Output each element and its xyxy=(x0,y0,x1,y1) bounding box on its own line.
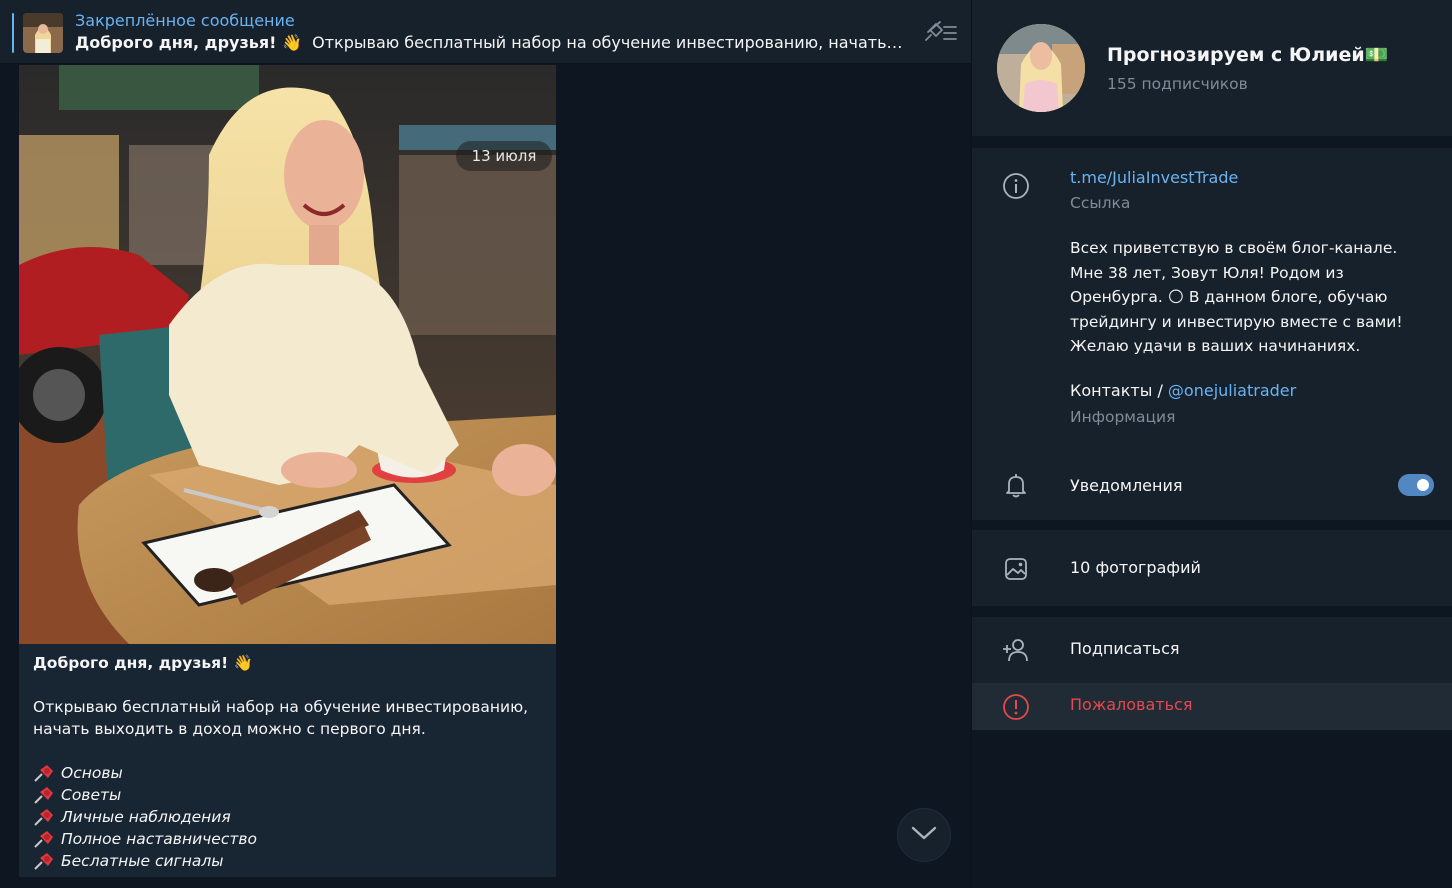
caption-title: Доброго дня, друзья! 👋 xyxy=(33,654,253,672)
pushpin-icon xyxy=(33,764,55,782)
list-item-label: Беслатные сигналы xyxy=(61,852,224,870)
pinned-message-bar[interactable]: Закреплённое сообщение Доброго дня, друз… xyxy=(0,0,971,64)
caption-body: Открываю бесплатный набор на обучение ин… xyxy=(33,698,529,738)
pushpin-icon xyxy=(33,852,55,870)
unpin-icon[interactable] xyxy=(922,20,958,46)
bell-icon xyxy=(1001,470,1031,500)
channel-link[interactable]: t.me/JuliaInvestTrade xyxy=(1070,168,1238,187)
pinned-preview-bold: Доброго дня, друзья! 👋 xyxy=(75,33,302,52)
pushpin-icon xyxy=(33,808,55,826)
notifications-toggle[interactable] xyxy=(1398,474,1434,496)
photo-icon xyxy=(1001,554,1031,584)
channel-actions: Подписаться Пожаловаться xyxy=(972,617,1452,730)
telegram-window: Закреплённое сообщение Доброго дня, друз… xyxy=(0,0,1452,888)
list-item-label: Основы xyxy=(61,764,123,782)
channel-info-panel: Прогнозируем с Юлией💵 155 подписчиков t.… xyxy=(972,0,1452,888)
list-item: Личные наблюдения xyxy=(33,806,542,828)
pinned-title: Закреплённое сообщение xyxy=(75,11,295,30)
channel-link-label: Ссылка xyxy=(1070,194,1131,212)
report-icon xyxy=(1001,692,1031,722)
list-item: Полное наставничество xyxy=(33,828,542,850)
pinned-thumbnail xyxy=(23,13,63,53)
pushpin-icon xyxy=(33,786,55,804)
channel-name: Прогнозируем с Юлией💵 xyxy=(1107,44,1389,66)
list-item: Советы xyxy=(33,784,542,806)
avatar[interactable] xyxy=(997,24,1085,112)
list-item-label: Полное наставничество xyxy=(61,830,258,848)
photos-row[interactable]: 10 фотографий xyxy=(972,530,1452,606)
pinned-preview: Доброго дня, друзья! 👋 Открываю бесплатн… xyxy=(75,33,905,52)
add-user-icon xyxy=(1001,635,1031,665)
list-item: Основы xyxy=(33,762,542,784)
pinned-preview-rest: Открываю бесплатный набор на обучение ин… xyxy=(312,33,905,52)
subscribe-button[interactable]: Подписаться xyxy=(972,617,1452,683)
date-badge: 13 июля xyxy=(456,141,552,171)
channel-description: Всех приветствую в своём блог-канале. Мн… xyxy=(1070,239,1403,355)
subscriber-count: 155 подписчиков xyxy=(1107,75,1248,93)
notifications-row[interactable]: Уведомления xyxy=(972,450,1452,520)
post-caption: Доброго дня, друзья! 👋 Открываю бесплатн… xyxy=(19,644,556,872)
subscribe-label: Подписаться xyxy=(1070,639,1180,658)
channel-info-section: t.me/JuliaInvestTrade Ссылка Всех привет… xyxy=(972,148,1452,450)
scroll-down-button[interactable] xyxy=(897,808,951,862)
notifications-label: Уведомления xyxy=(1070,476,1183,495)
report-label: Пожаловаться xyxy=(1070,695,1193,714)
contacts-prefix: Контакты / xyxy=(1070,381,1168,400)
contacts-handle-link[interactable]: @onejuliatrader xyxy=(1168,381,1296,400)
photos-label: 10 фотографий xyxy=(1070,558,1201,577)
list-item-label: Личные наблюдения xyxy=(61,808,231,826)
list-item-label: Советы xyxy=(61,786,122,804)
toggle-knob xyxy=(1415,477,1431,493)
pinned-accent-bar xyxy=(12,13,14,53)
pushpin-icon xyxy=(33,830,55,848)
chat-area: Закреплённое сообщение Доброго дня, друз… xyxy=(0,0,971,888)
contacts-label: Информация xyxy=(1070,408,1176,426)
report-button[interactable]: Пожаловаться xyxy=(972,683,1452,730)
contacts-line: Контакты / @onejuliatrader xyxy=(1070,381,1296,400)
info-icon xyxy=(1001,171,1031,201)
channel-header: Прогнозируем с Юлией💵 155 подписчиков xyxy=(972,0,1452,136)
chevron-down-icon xyxy=(911,825,937,845)
channel-post: 13 июля Доброго дня, друзья! 👋 Открываю … xyxy=(19,65,556,877)
list-item: Беслатные сигналы xyxy=(33,850,542,872)
post-photo[interactable]: 13 июля xyxy=(19,65,556,644)
